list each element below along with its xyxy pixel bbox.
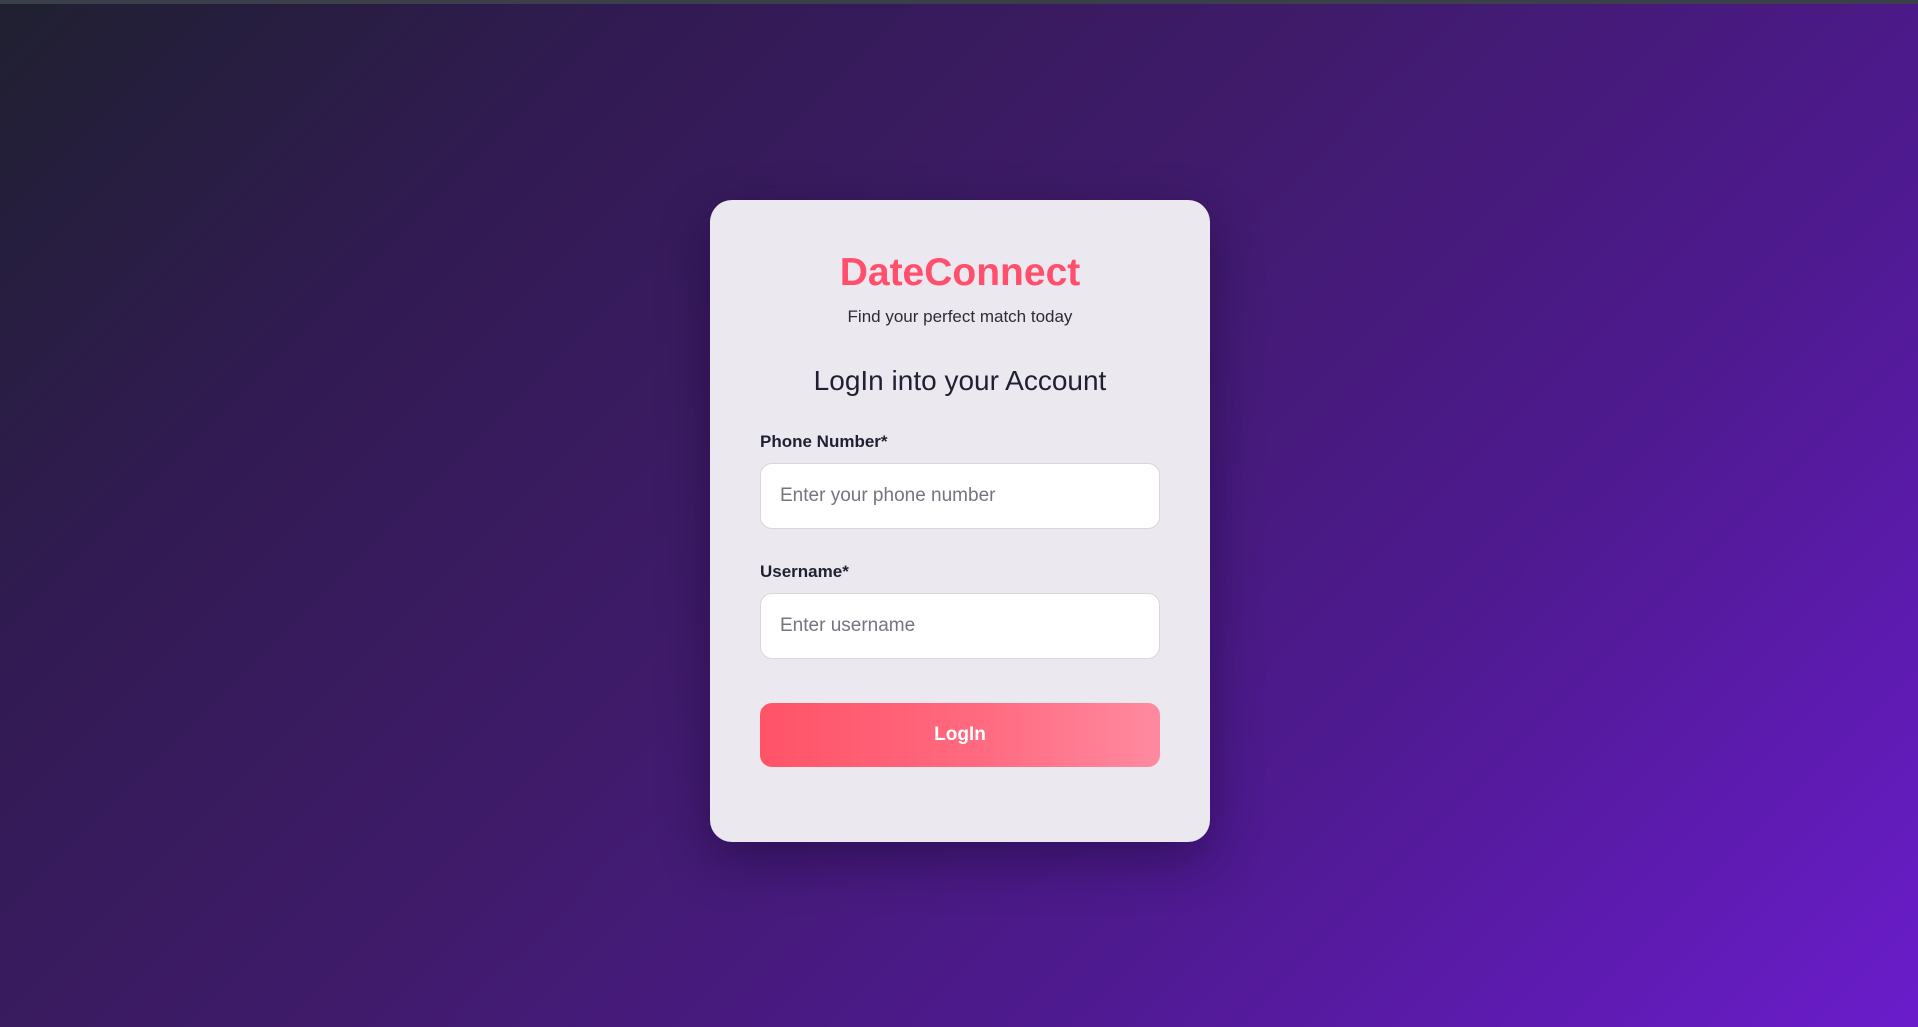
username-input[interactable] <box>760 593 1160 659</box>
login-form: Phone Number* Username* LogIn <box>760 432 1160 767</box>
phone-field-group: Phone Number* <box>760 432 1160 529</box>
phone-number-input[interactable] <box>760 463 1160 529</box>
brand-tagline: Find your perfect match today <box>847 307 1073 326</box>
username-field-group: Username* <box>760 562 1160 659</box>
login-card: DateConnect Find your perfect match toda… <box>710 200 1210 842</box>
login-button[interactable]: LogIn <box>760 703 1160 767</box>
username-label: Username* <box>760 562 849 581</box>
phone-label: Phone Number* <box>760 432 888 451</box>
brand-logo-text: DateConnect <box>839 251 1081 294</box>
browser-top-strip <box>0 0 1918 4</box>
page-title: LogIn into your Account <box>813 365 1107 396</box>
